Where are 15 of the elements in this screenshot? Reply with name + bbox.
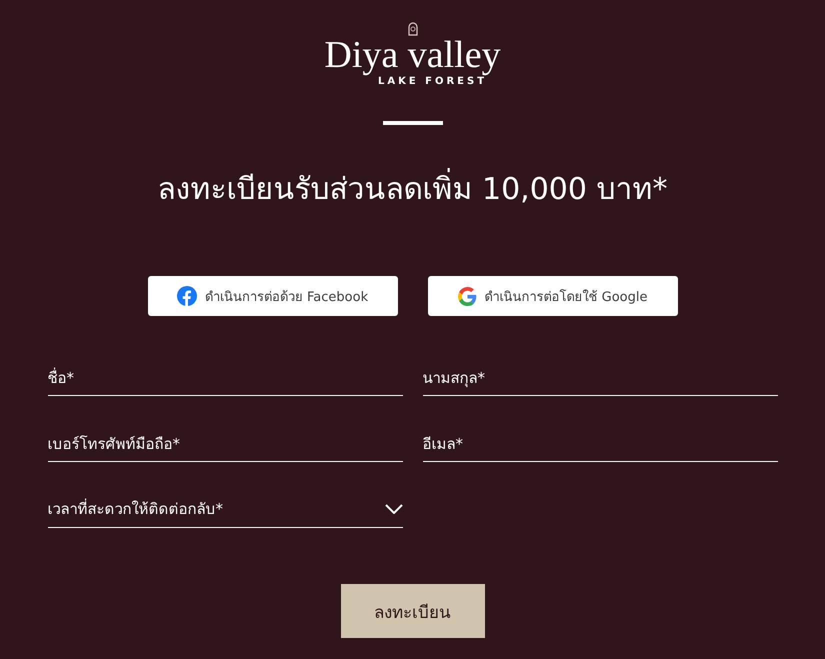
input-field[interactable]: ชื่อ* (48, 358, 402, 396)
google-icon (458, 286, 476, 306)
arch-icon (408, 22, 418, 36)
logo-tagline: LAKE FOREST (378, 76, 488, 87)
facebook-icon (176, 286, 197, 306)
register-button[interactable]: ลงทะเบียน (340, 584, 484, 638)
chevron-down-icon (384, 504, 402, 514)
input-field[interactable]: อีเมล* (422, 424, 778, 462)
input-field[interactable]: นามสกุล* (422, 358, 778, 396)
social-login-button[interactable]: ดำเนินการต่อโดยใช้ Google (428, 276, 678, 316)
select-field[interactable]: เวลาที่สะดวกให้ติดต่อกลับ* (48, 490, 402, 528)
social-login-button[interactable]: ดำเนินการต่อด้วย Facebook (148, 276, 398, 316)
input-field[interactable]: เบอร์โทรศัพท์มือถือ* (48, 424, 402, 462)
logo-name: Diya valley (324, 36, 501, 74)
page-heading: ลงทะเบียนรับส่วนลดเพิ่ม 10,000 บาท* (157, 165, 668, 212)
